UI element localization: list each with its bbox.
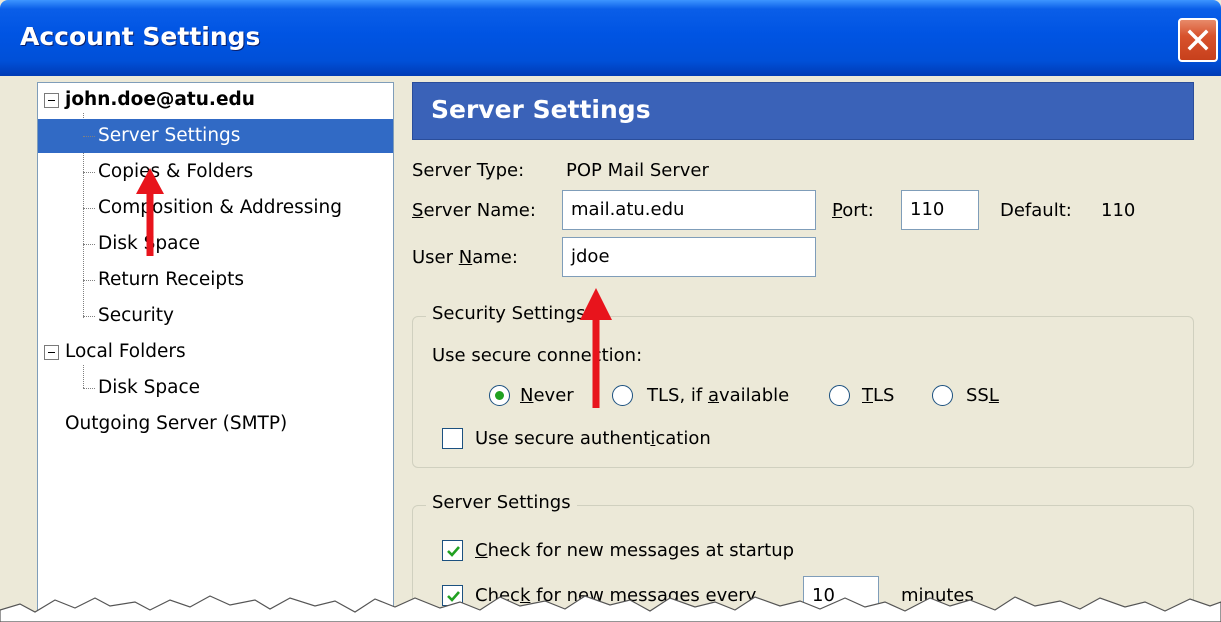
radio-never-label[interactable]: Never <box>520 385 574 406</box>
tree-connector <box>83 280 95 281</box>
tree-item-local-disk-space[interactable]: Disk Space <box>98 371 200 405</box>
red-arrow-annotation <box>136 168 164 256</box>
tree-outgoing-server[interactable]: Outgoing Server (SMTP) <box>65 407 287 441</box>
server-name-label: Server Name: <box>412 200 536 221</box>
tree-account[interactable]: john.doe@atu.edu <box>65 83 255 117</box>
collapse-icon[interactable] <box>44 93 59 108</box>
red-arrow-annotation <box>580 288 612 408</box>
account-settings-window: Account Settings john.doe@atu.edu Server… <box>0 0 1221 622</box>
server-name-input[interactable]: mail.atu.edu <box>562 190 816 230</box>
port-input[interactable]: 110 <box>901 190 979 230</box>
tree-connector <box>83 172 95 173</box>
panel-header: Server Settings <box>412 82 1194 140</box>
tree-item-copies-folders[interactable]: Copies & Folders <box>98 155 253 189</box>
checkmark-icon <box>447 546 460 557</box>
radio-tls-label[interactable]: TLS <box>862 385 894 406</box>
user-name-input[interactable]: jdoe <box>562 237 816 277</box>
secure-authentication-label[interactable]: Use secure authentication <box>475 428 711 449</box>
radio-ssl[interactable] <box>932 385 953 406</box>
close-button[interactable] <box>1178 18 1218 62</box>
tree-connector <box>83 388 95 389</box>
panel-title: Server Settings <box>431 95 651 124</box>
torn-edge-decoration <box>0 595 1221 622</box>
title-bar: Account Settings <box>0 0 1221 76</box>
tree-connector <box>83 136 95 137</box>
radio-never[interactable] <box>489 385 510 406</box>
tree-connector <box>83 244 95 245</box>
check-startup-checkbox[interactable] <box>442 540 463 561</box>
server-settings-group-title: Server Settings <box>426 492 577 513</box>
server-type-label: Server Type: <box>412 160 525 181</box>
check-startup-label[interactable]: Check for new messages at startup <box>475 540 794 561</box>
tree-local-folders[interactable]: Local Folders <box>65 335 186 369</box>
security-settings-title: Security Settings <box>426 303 592 324</box>
radio-tls[interactable] <box>829 385 850 406</box>
tree-connector <box>83 316 95 317</box>
port-label: Port: <box>832 200 874 221</box>
tree-connector <box>83 365 84 388</box>
collapse-icon[interactable] <box>44 345 59 360</box>
tree-item-security[interactable]: Security <box>98 299 174 333</box>
window-title: Account Settings <box>20 22 261 51</box>
user-name-label: User Name: <box>412 247 518 268</box>
account-tree: john.doe@atu.edu Server Settings Copies … <box>37 82 394 622</box>
default-port-value: 110 <box>1101 200 1136 221</box>
default-port-label: Default: <box>1000 200 1072 221</box>
tree-item-label: Server Settings <box>98 125 241 146</box>
secure-authentication-checkbox[interactable] <box>442 428 463 449</box>
close-icon <box>1187 29 1209 51</box>
server-type-value: POP Mail Server <box>566 160 709 181</box>
radio-ssl-label[interactable]: SSL <box>966 385 999 406</box>
tree-connector <box>83 208 95 209</box>
radio-tls-if-available-label[interactable]: TLS, if available <box>647 385 789 406</box>
tree-item-return-receipts[interactable]: Return Receipts <box>98 263 244 297</box>
